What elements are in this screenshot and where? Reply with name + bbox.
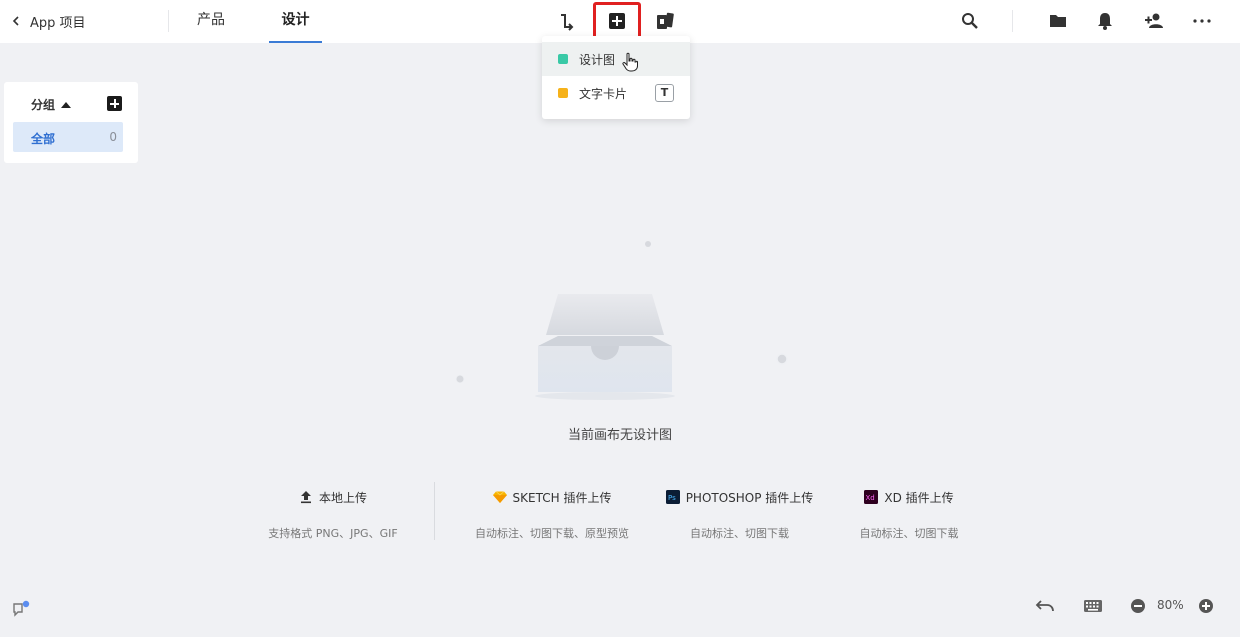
empty-box-illustration [455, 241, 788, 400]
sketch-icon [492, 491, 507, 503]
zoom-level: 80% [1157, 598, 1184, 612]
caret-up-icon [61, 101, 72, 108]
group-item-all[interactable]: 全部 0 [13, 122, 123, 152]
empty-state-text: 当前画布无设计图 [567, 428, 672, 443]
image-icon [558, 54, 568, 64]
svg-text:Ps: Ps [668, 494, 676, 502]
photoshop-icon: Ps [665, 490, 680, 504]
divider [168, 10, 169, 32]
chevron-left-icon [12, 16, 19, 26]
menu-item-design[interactable]: 设计图 [542, 42, 690, 76]
undo-icon[interactable] [1035, 597, 1055, 615]
divider [1012, 10, 1013, 32]
xd-icon: Xd [864, 490, 879, 504]
zoom-out-icon[interactable] [1129, 597, 1149, 615]
note-icon [558, 88, 568, 98]
bell-icon [1098, 13, 1112, 30]
search-button[interactable] [957, 8, 983, 34]
divider [434, 482, 435, 540]
search-icon [962, 13, 978, 29]
connector-button[interactable] [554, 8, 580, 34]
tab-design[interactable]: 设计 [269, 0, 322, 43]
card-stack-icon [657, 12, 674, 29]
add-group-button[interactable] [107, 96, 122, 111]
local-upload-option[interactable]: 本地上传 支持格式 PNG、JPG、GIF [263, 488, 403, 541]
shortcut-key: T [655, 84, 674, 102]
invite-member-button[interactable] [1141, 8, 1167, 34]
menu-item-text-card[interactable]: 文字卡片 T [542, 76, 690, 110]
connector-icon [561, 14, 574, 31]
svg-text:Xd: Xd [866, 494, 875, 502]
upload-icon [300, 491, 311, 504]
more-icon [1193, 19, 1211, 23]
tab-product[interactable]: 产品 [188, 0, 234, 43]
keyboard-icon[interactable] [1083, 597, 1103, 615]
group-header[interactable]: 分组 [31, 96, 72, 113]
add-dropdown-menu: 设计图 文字卡片 T [542, 36, 690, 119]
zoom-in-icon[interactable] [1197, 597, 1217, 615]
group-panel: 分组 全部 0 [4, 82, 138, 163]
card-stack-button[interactable] [652, 8, 678, 34]
feedback-icon[interactable] [11, 600, 31, 618]
notifications-button[interactable] [1092, 8, 1118, 34]
add-user-icon [1145, 13, 1163, 28]
sketch-upload-option[interactable]: SKETCH 插件上传 自动标注、切图下载、原型预览 [470, 488, 634, 541]
folder-icon [1050, 15, 1066, 27]
back-button[interactable]: App 项目 [10, 11, 86, 31]
folder-button[interactable] [1045, 8, 1071, 34]
more-button[interactable] [1189, 8, 1215, 34]
photoshop-upload-option[interactable]: Ps PHOTOSHOP 插件上传 自动标注、切图下载 [664, 488, 815, 541]
xd-upload-option[interactable]: Xd XD 插件上传 自动标注、切图下载 [855, 488, 963, 541]
highlight-box [593, 2, 641, 39]
project-name: App 项目 [30, 15, 86, 31]
hand-pointer-icon [622, 52, 638, 72]
